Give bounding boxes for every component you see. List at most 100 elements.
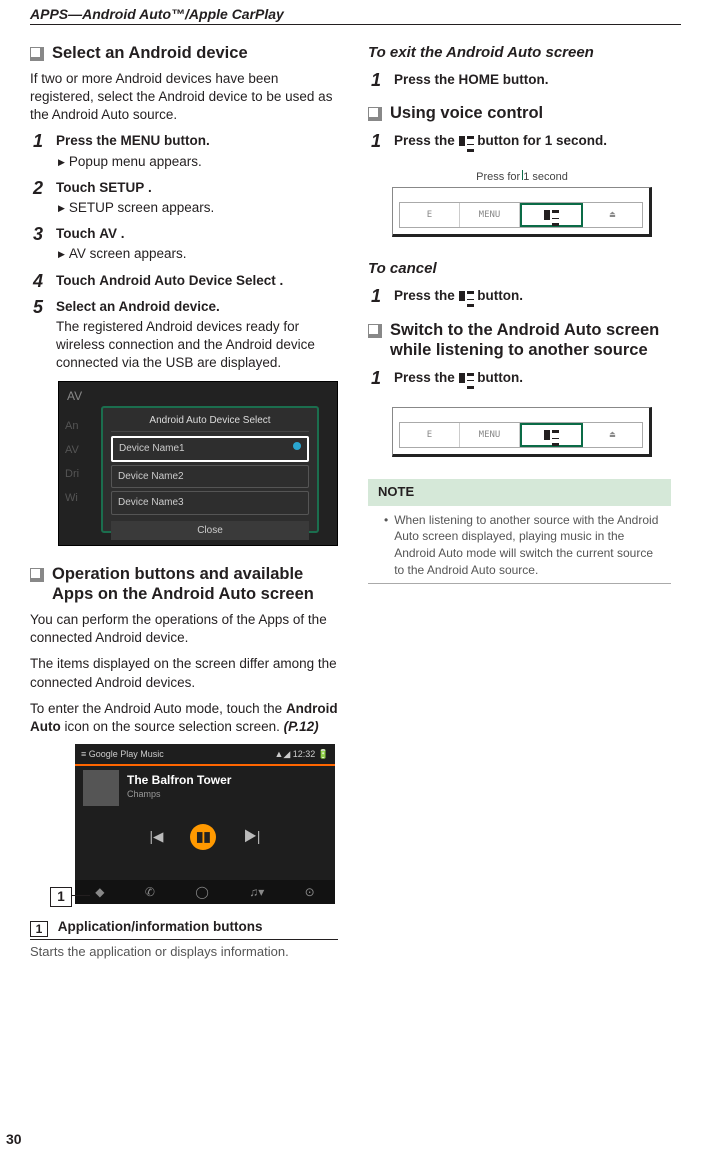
- right-column: To exit the Android Auto screen 1 Press …: [368, 43, 671, 965]
- text: To enter the Android Auto mode, touch th…: [30, 701, 286, 716]
- section-select-device: Select an Android device: [30, 43, 338, 64]
- menu-key: MENU: [121, 133, 161, 148]
- subheading-exit: To exit the Android Auto screen: [368, 43, 671, 63]
- section-switch-source: Switch to the Android Auto screen while …: [368, 320, 671, 361]
- hw-menu-button[interactable]: MENU: [460, 423, 520, 447]
- voice-button-icon: [459, 373, 474, 383]
- hw-voice-button[interactable]: [520, 423, 583, 447]
- bottom-nav: ◆ ✆ ◯ ♫▾ ⊙: [75, 880, 335, 904]
- device-row[interactable]: Device Name1: [111, 436, 309, 462]
- dialog-panel: Android Auto Device Select Device Name1 …: [101, 406, 319, 533]
- step-number: 3: [30, 225, 46, 243]
- player-header: ≡ Google Play Music: [81, 748, 164, 760]
- device-row[interactable]: Device Name3: [111, 491, 309, 515]
- step-number: 1: [30, 132, 46, 150]
- device-select-key: Android Auto Device Select: [99, 273, 276, 288]
- headphones-icon[interactable]: ♫▾: [249, 884, 264, 900]
- step-5-body: The registered Android devices ready for…: [56, 318, 338, 373]
- switch-step: 1 Press the button.: [368, 369, 671, 387]
- text: Press the: [56, 133, 121, 148]
- track-title: The Balfron Tower: [127, 772, 231, 788]
- section-voice-control: Using voice control: [368, 103, 671, 124]
- player-controls: |◀ ▮▮ ▶|: [75, 824, 335, 850]
- legend-rule: [30, 939, 338, 940]
- section-icon: [30, 568, 44, 582]
- text: button for 1 second.: [474, 133, 608, 148]
- section-title: Switch to the Android Auto screen while …: [390, 320, 671, 361]
- text: Press the: [394, 72, 459, 87]
- text: Press the: [394, 370, 459, 385]
- exit-step: 1 Press the HOME button.: [368, 71, 671, 89]
- header-rule: [30, 24, 681, 25]
- text: button.: [499, 72, 548, 87]
- step-number: 1: [368, 369, 384, 387]
- step-3-result: AV screen appears.: [58, 245, 338, 263]
- dialog-title: Android Auto Device Select: [111, 414, 309, 433]
- play-button[interactable]: ▮▮: [190, 824, 216, 850]
- text: icon on the source selection screen.: [61, 719, 284, 734]
- voice-button-icon: [459, 291, 474, 301]
- section-title: Operation buttons and available Apps on …: [52, 564, 338, 605]
- note-text: When listening to another source with th…: [394, 512, 661, 579]
- sidebar-item: Dri: [65, 462, 79, 486]
- text: Touch: [56, 273, 99, 288]
- hw-voice-button[interactable]: [520, 203, 583, 227]
- voice-button-icon: [544, 210, 559, 220]
- side-labels: An AV Dri Wi: [65, 414, 79, 510]
- text: .: [117, 226, 125, 241]
- text: Touch: [56, 226, 99, 241]
- av-key: AV: [99, 226, 117, 241]
- phone-icon[interactable]: ✆: [145, 884, 155, 900]
- legend-title: Application/information buttons: [58, 919, 263, 934]
- sidebar-item: An: [65, 414, 79, 438]
- section-icon: [368, 107, 382, 121]
- legend-row: 1 Application/information buttons Starts…: [30, 918, 338, 961]
- section-icon: [30, 47, 44, 61]
- note-body: •When listening to another source with t…: [368, 505, 671, 584]
- hw-eject-button[interactable]: ⏏: [583, 203, 642, 227]
- track-artist: Champs: [127, 788, 161, 800]
- text: button.: [474, 288, 523, 303]
- hw-eject-button[interactable]: ⏏: [583, 423, 642, 447]
- legend-number: 1: [30, 921, 48, 937]
- status-bar: ▲◢ 12:32 🔋: [274, 748, 329, 760]
- home-key: HOME: [459, 72, 500, 87]
- active-dot-icon: [293, 442, 301, 450]
- home-icon[interactable]: ◯: [195, 884, 208, 900]
- page-header: APPS—Android Auto™/Apple CarPlay: [30, 0, 687, 24]
- section-title: Using voice control: [390, 103, 543, 124]
- text: Press the: [394, 288, 459, 303]
- device-row[interactable]: Device Name2: [111, 465, 309, 489]
- hw-menu-button[interactable]: MENU: [460, 203, 520, 227]
- bullet: •: [384, 512, 388, 579]
- callout-leader: [72, 895, 90, 896]
- left-column: Select an Android device If two or more …: [30, 43, 338, 965]
- text: button.: [474, 370, 523, 385]
- setup-key: SETUP: [99, 180, 144, 195]
- hw-slot: E: [400, 203, 460, 227]
- hardware-panel: Press for 1 second E MENU ⏏: [392, 158, 652, 243]
- text: button.: [160, 133, 209, 148]
- step-5: 5 Select an Android device. The register…: [30, 298, 338, 373]
- car-icon[interactable]: ⊙: [305, 884, 315, 900]
- sidebar-item: AV: [65, 438, 79, 462]
- step-2-result: SETUP screen appears.: [58, 199, 338, 217]
- step-1-result: Popup menu appears.: [58, 153, 338, 171]
- nav-icon[interactable]: ◆: [95, 884, 104, 900]
- device-name: Device Name1: [119, 442, 185, 456]
- music-player-screenshot: ≡ Google Play Music ▲◢ 12:32 🔋 The Balfro…: [75, 744, 335, 904]
- close-button[interactable]: Close: [111, 521, 309, 541]
- step-1: 1 Press the MENU button.: [30, 132, 338, 150]
- leader-line: [522, 170, 523, 180]
- page-ref: (P.12): [284, 719, 319, 734]
- step-number: 5: [30, 298, 46, 316]
- device-select-screenshot: AV An AV Dri Wi Android Auto Device Sele…: [58, 381, 338, 546]
- callout-box: 1: [50, 887, 72, 907]
- step-number: 4: [30, 272, 46, 290]
- content-columns: Select an Android device If two or more …: [30, 43, 671, 965]
- text: .: [144, 180, 152, 195]
- legend-body: Starts the application or displays infor…: [30, 943, 338, 961]
- section-title: Select an Android device: [52, 43, 248, 64]
- step-number: 1: [368, 71, 384, 89]
- voice-step: 1 Press the button for 1 second.: [368, 132, 671, 150]
